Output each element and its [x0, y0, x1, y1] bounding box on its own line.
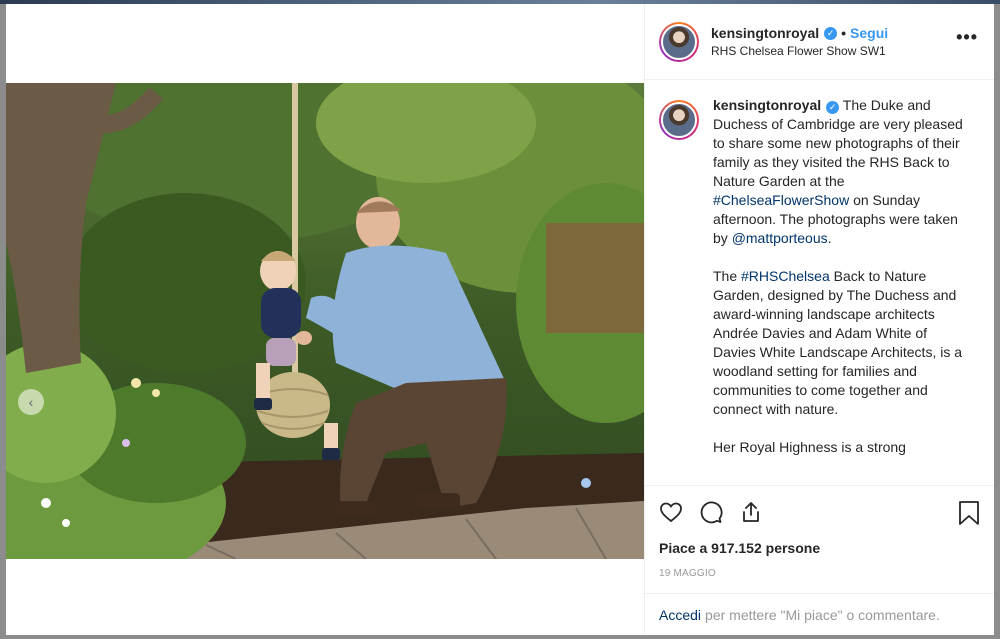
post-sidebar: kensingtonroyal ✓ • Segui RHS Chelsea Fl…	[644, 4, 994, 635]
username-row: kensingtonroyal ✓ • Segui	[711, 25, 888, 41]
post-header: kensingtonroyal ✓ • Segui RHS Chelsea Fl…	[645, 4, 994, 80]
heart-icon[interactable]	[659, 500, 683, 524]
login-link[interactable]: Accedi	[659, 607, 701, 623]
caption-paragraph-3: Her Royal Highness is a strong	[713, 439, 906, 455]
likes-count[interactable]: Piace a 917.152 persone	[659, 540, 980, 556]
bookmark-icon[interactable]	[958, 500, 980, 526]
share-icon[interactable]	[739, 500, 763, 524]
caption-paragraph-1: kensingtonroyal ✓ The Duke and Duchess of…	[713, 96, 971, 248]
profile-avatar[interactable]	[659, 21, 699, 62]
location-link[interactable]: RHS Chelsea Flower Show SW1	[711, 44, 888, 58]
carousel-prev-icon[interactable]: ‹	[18, 389, 44, 415]
avatar-image	[661, 102, 697, 138]
mention-link[interactable]: @mattporteous	[732, 230, 828, 246]
post-modal: ‹ kensingtonroyal ✓ • Segui RHS Chelsea …	[6, 4, 994, 635]
avatar-image	[661, 23, 697, 60]
comment-icon[interactable]	[699, 500, 723, 524]
username-link[interactable]: kensingtonroyal	[711, 25, 819, 41]
caption-avatar[interactable]	[659, 100, 699, 140]
post-header-text: kensingtonroyal ✓ • Segui RHS Chelsea Fl…	[711, 25, 888, 58]
post-photo[interactable]: ‹	[6, 83, 644, 559]
login-prompt: Accedi per mettere "Mi piace" o commenta…	[645, 593, 994, 635]
caption-text-segment: .	[827, 230, 832, 246]
media-column: ‹	[6, 4, 644, 635]
verified-badge-icon: ✓	[824, 26, 838, 40]
action-icons	[659, 496, 980, 528]
caption-username[interactable]: kensingtonroyal	[713, 97, 821, 113]
caption-paragraph-2: The #RHSChelsea Back to Nature Garden, d…	[713, 267, 971, 419]
hashtag-link[interactable]: #RHSChelsea	[741, 268, 830, 284]
caption-area: kensingtonroyal ✓ The Duke and Duchess of…	[645, 80, 994, 485]
login-prompt-text: per mettere "Mi piace" o commentare.	[705, 606, 940, 623]
follow-button[interactable]: Segui	[850, 25, 888, 41]
hashtag-link[interactable]: #ChelseaFlowerShow	[713, 192, 849, 208]
caption-text-segment: Back to Nature Garden, designed by The D…	[713, 268, 963, 417]
separator-dot: •	[841, 25, 847, 41]
post-date[interactable]: 19 MAGGIO	[659, 568, 980, 579]
caption-fade	[645, 471, 994, 485]
garden-photo-illustration	[6, 83, 644, 559]
engagement-section: Piace a 917.152 persone 19 MAGGIO Accedi…	[645, 485, 994, 635]
caption-text-segment: The	[713, 268, 742, 284]
verified-badge-icon: ✓	[826, 101, 840, 114]
caption-text: kensingtonroyal ✓ The Duke and Duchess of…	[713, 96, 971, 485]
more-options-icon[interactable]: •••	[956, 28, 978, 46]
